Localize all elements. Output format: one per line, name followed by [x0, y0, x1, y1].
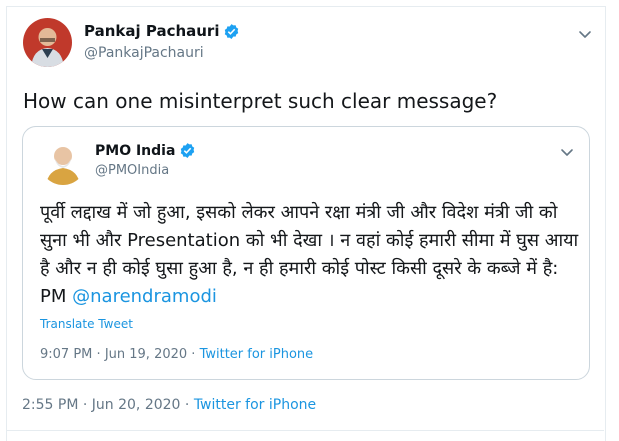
meta-separator: ·	[184, 397, 190, 413]
divider	[6, 430, 604, 431]
tweet-source-link[interactable]: Twitter for iPhone	[194, 397, 316, 413]
quoted-author-name[interactable]: PMO India	[95, 143, 175, 159]
chevron-down-icon[interactable]	[559, 144, 575, 160]
quoted-tweet[interactable]: PMO India @PMOIndia पूर्वी लद्दाख में जो…	[22, 126, 590, 380]
tweet-meta: 2:55 PM · Jun 20, 2020 · Twitter for iPh…	[22, 397, 316, 413]
tweet-time[interactable]: 2:55 PM	[22, 397, 78, 413]
verified-badge-icon	[181, 143, 195, 158]
translate-tweet-link[interactable]: Translate Tweet	[40, 317, 133, 331]
quoted-author-handle[interactable]: @PMOIndia	[95, 163, 169, 178]
quoted-tweet-text: पूर्वी लद्दाख में जो हुआ, इसको लेकर आपने…	[40, 199, 580, 311]
meta-separator: ·	[191, 347, 196, 362]
author-name-row: Pankaj Pachauri	[84, 22, 240, 40]
mention-link[interactable]: @narendramodi	[72, 286, 217, 307]
tweet-text: How can one misinterpret such clear mess…	[23, 89, 498, 113]
quoted-source-link[interactable]: Twitter for iPhone	[200, 347, 314, 362]
tweet-date[interactable]: Jun 20, 2020	[92, 397, 181, 413]
quoted-tweet-meta: 9:07 PM · Jun 19, 2020 · Twitter for iPh…	[40, 347, 313, 362]
meta-separator: ·	[96, 347, 101, 362]
author-avatar[interactable]	[23, 18, 72, 67]
quoted-date[interactable]: Jun 19, 2020	[105, 347, 187, 362]
quoted-time[interactable]: 9:07 PM	[40, 347, 92, 362]
quoted-author-avatar[interactable]	[40, 139, 86, 185]
quoted-author-name-row: PMO India	[95, 142, 196, 159]
verified-badge-icon	[225, 23, 239, 39]
author-name[interactable]: Pankaj Pachauri	[84, 22, 219, 40]
chevron-down-icon[interactable]	[577, 26, 593, 42]
meta-separator: ·	[82, 397, 88, 413]
author-handle[interactable]: @PankajPachauri	[84, 45, 204, 61]
